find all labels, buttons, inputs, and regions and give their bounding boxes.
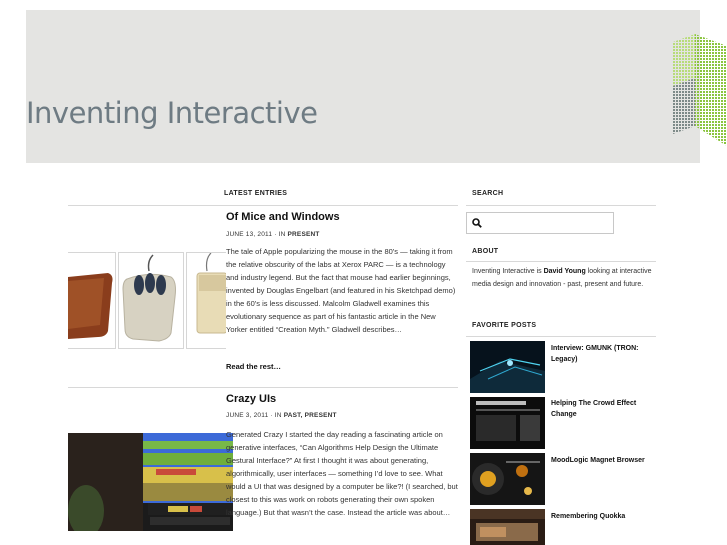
favorite-post-thumbnail[interactable]: [470, 341, 545, 393]
search-input[interactable]: [466, 212, 614, 234]
favorite-post-title[interactable]: Remembering Quokka: [551, 511, 651, 522]
favorite-post-title[interactable]: MoodLogic Magnet Browser: [551, 455, 651, 466]
favorite-post-thumbnail[interactable]: [470, 453, 545, 505]
favorite-post-thumbnail[interactable]: [470, 397, 545, 449]
search-icon: [472, 218, 482, 228]
divider: [466, 205, 656, 206]
post-image-frame: [186, 252, 226, 349]
post-category-link[interactable]: PAST, PRESENT: [284, 412, 337, 419]
divider: [68, 387, 458, 388]
apple-mouse-image: [196, 253, 226, 334]
post-image-frame: [68, 252, 116, 349]
header-banner: [26, 10, 700, 163]
post-excerpt: The tale of Apple popularizing the mouse…: [226, 247, 456, 334]
post-title[interactable]: Crazy UIs: [226, 393, 276, 405]
post-excerpt: Generated Crazy I started the day readin…: [226, 430, 458, 517]
favorite-post-title[interactable]: Helping The Crowd Effect Change: [551, 398, 651, 420]
post-title[interactable]: Of Mice and Windows: [226, 211, 340, 223]
post-meta-separator: · IN: [272, 231, 288, 238]
divider: [466, 261, 656, 262]
about-label: ABOUT: [472, 248, 499, 255]
logo-icon: [673, 34, 727, 146]
search-label: SEARCH: [472, 190, 504, 197]
read-more-link[interactable]: Read the rest…: [226, 362, 281, 371]
divider: [466, 336, 656, 337]
post-image-frame: [118, 252, 184, 349]
favorite-post-title[interactable]: Interview: GMUNK (TRON: Legacy): [551, 343, 651, 365]
latest-entries-label: LATEST ENTRIES: [224, 190, 288, 197]
about-text: Inventing Interactive is David Young loo…: [472, 266, 652, 291]
site-title[interactable]: Inventing Interactive: [26, 96, 318, 130]
favorite-posts-label: FAVORITE POSTS: [472, 322, 537, 329]
post-category-link[interactable]: PRESENT: [288, 231, 320, 238]
divider: [68, 205, 458, 206]
favorite-post-thumbnail[interactable]: [470, 509, 545, 545]
post-date: JUNE 13, 2011: [226, 231, 273, 238]
author-name: David Young: [543, 268, 586, 275]
three-button-mouse-image: [122, 254, 176, 342]
post-meta: JUNE 13, 2011 · IN PRESENT: [226, 231, 320, 238]
post-meta: JUNE 3, 2011 · IN PAST, PRESENT: [226, 412, 337, 419]
crazy-ui-image: [68, 433, 233, 531]
wooden-mouse-image: [68, 253, 115, 348]
post-meta-separator: · IN: [268, 412, 284, 419]
post-date: JUNE 3, 2011: [226, 412, 269, 419]
about-text-part: Inventing Interactive is: [472, 268, 544, 275]
